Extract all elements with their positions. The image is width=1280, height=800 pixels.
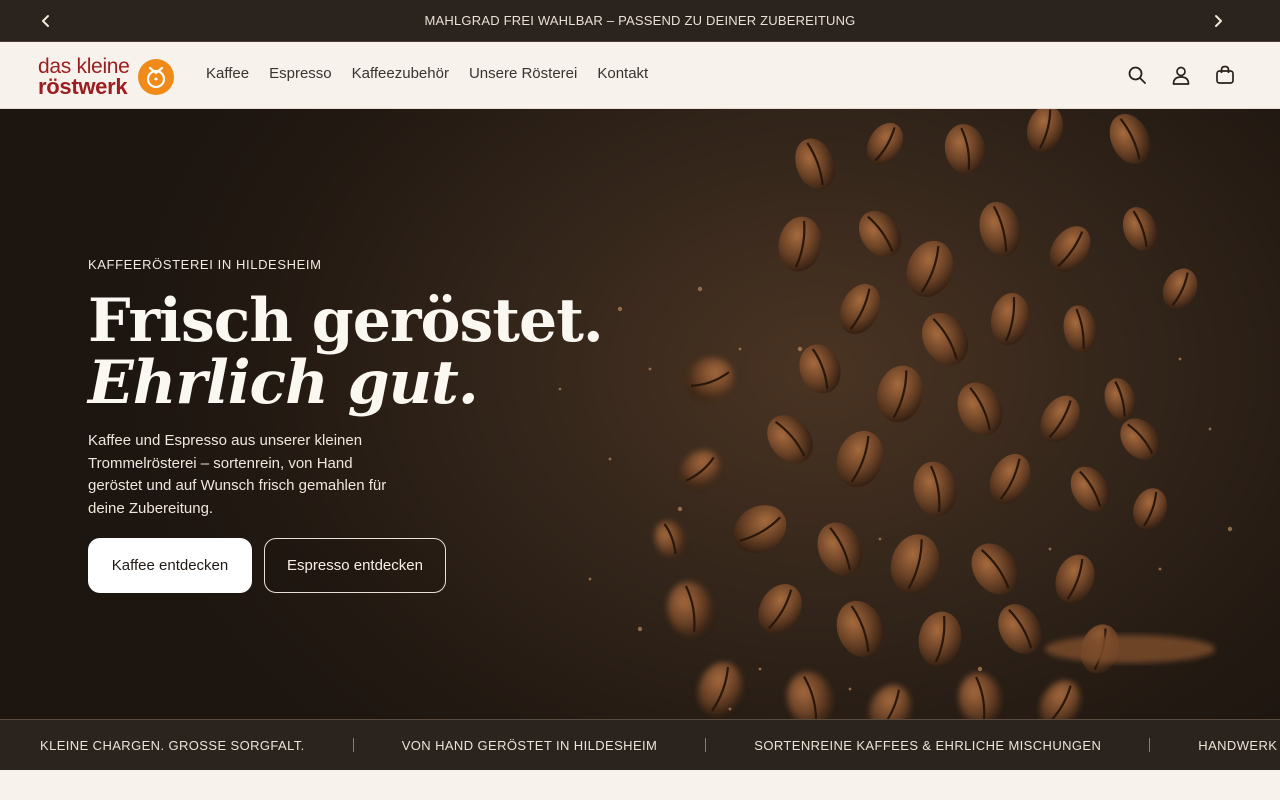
nav-item-kontakt[interactable]: Kontakt [597,65,648,82]
cart-icon[interactable] [1214,64,1236,86]
coffee-speck [697,286,703,292]
marquee-item: HANDWERK STATT INDUSTRIE [1198,737,1280,753]
coffee-bean [918,611,962,667]
coffee-speck [677,506,683,512]
coffee-bean [1133,488,1167,530]
coffee-speck [1048,547,1052,551]
coffee-bean [1049,226,1091,272]
coffee-bean [890,534,940,594]
coffee-bean [990,292,1030,346]
coffee-speck [1227,526,1233,532]
coffee-speck [758,667,762,671]
hero-content: KAFFEERÖSTEREI IN HILDESHEIM Frisch gerö… [88,257,648,593]
coffee-bean [906,240,954,298]
coffee-bean [686,357,734,401]
coffee-speck [637,626,643,632]
marquee-divider [705,738,707,752]
coffee-bean [758,584,802,634]
logo[interactable]: das kleine röstwerk [38,55,188,99]
coffee-bean [1162,268,1198,310]
coffee-bean [1122,207,1158,251]
kaffee-entdecken-button[interactable]: Kaffee entdecken [88,538,252,593]
nav-item-kaffeezubehoer[interactable]: Kaffeezubehör [352,65,449,82]
espresso-entdecken-button[interactable]: Espresso entdecken [264,538,446,593]
coffee-bean [1063,305,1097,353]
chevron-right-icon[interactable] [1208,11,1228,31]
coffee-bean [866,122,904,166]
coffee-bean [858,210,902,258]
coffee-speck [738,347,742,351]
hero-lead: Kaffee und Espresso aus unserer kleinen … [88,432,387,517]
coffee-bean [944,124,986,174]
coffee-bean [922,312,968,366]
coffee-speck [728,707,732,711]
coffee-bean [680,449,720,489]
coffee-bean [958,672,1002,719]
usp-marquee: KLEINE CHARGEN. GROSSE SORGFALT. VON HAN… [0,719,1280,770]
coffee-bean [654,520,686,558]
hero-section: KAFFEERÖSTEREI IN HILDESHEIM Frisch gerö… [0,109,1280,719]
search-icon[interactable] [1126,64,1148,86]
header-actions [1126,64,1236,86]
coffee-bean [817,522,863,576]
coffee-speck [1208,427,1212,431]
hero-kicker: KAFFEERÖSTEREI IN HILDESHEIM [88,257,322,272]
marquee-item: KLEINE CHARGEN. GROSSE SORGFALT. [40,737,305,753]
coffee-speck [1158,567,1162,571]
nav-item-unsere-roesterei[interactable]: Unsere Rösterei [469,65,577,82]
coffee-bean [1070,466,1110,512]
site-header: das kleine röstwerk Kaffee Espresso Kaff… [0,43,1280,109]
coffee-speck [848,687,852,691]
coffee-bean [667,581,713,637]
account-icon[interactable] [1170,64,1192,86]
coffee-bean [795,138,835,190]
coffee-bean [697,662,743,716]
coffee-bean [778,216,822,272]
coffee-bean [998,604,1042,654]
coffee-bean [839,283,881,335]
coffee-bean [787,671,833,719]
coffee-bean [1027,109,1063,153]
coffee-speck [648,367,652,371]
coffee-bean [957,382,1003,436]
coffee-bean [767,415,813,463]
coffee-speck [1178,357,1182,361]
coffee-bean [869,684,911,719]
coffee-bean [1045,635,1215,663]
nav-item-kaffee[interactable]: Kaffee [206,65,249,82]
chevron-left-icon[interactable] [36,11,56,31]
marquee-divider [1149,738,1151,752]
coffee-bean [733,505,787,553]
hero-title-line2: Ehrlich gut. [88,348,479,418]
coffee-bean [971,543,1019,595]
hero-title: Frisch geröstet. Ehrlich gut. [88,290,648,414]
coffee-bean [989,453,1031,505]
marquee-item: VON HAND GERÖSTET IN HILDESHEIM [401,737,658,753]
coffee-bean [836,600,884,658]
hero-ctas: Kaffee entdecken Espresso entdecken [88,538,648,593]
coffee-bean [979,201,1021,257]
coffee-bean [1039,680,1081,719]
coffee-bean [836,430,884,488]
coffee-speck [878,537,882,541]
marquee-item: SORTENREINE KAFFEES & EHRLICHE MISCHUNGE… [754,737,1102,753]
coffee-speck [797,346,803,352]
coffee-bean [913,461,957,517]
announcement-text: MAHLGRAD FREI WAHLBAR – PASSEND ZU DEINE… [424,13,856,28]
logo-line2: röstwerk [38,74,128,99]
logo-mark-icon [137,59,174,95]
coffee-bean [1040,395,1080,443]
nav-item-espresso[interactable]: Espresso [269,65,332,82]
coffee-bean [1109,113,1151,165]
page-background [0,770,1280,800]
coffee-speck [977,666,983,672]
coffee-bean [877,365,923,423]
main-nav: Kaffee Espresso Kaffeezubehör Unsere Rös… [206,65,648,82]
marquee-divider [352,738,354,752]
coffee-bean [1055,554,1095,604]
hero-title-line1: Frisch geröstet. [88,286,604,356]
announcement-bar: MAHLGRAD FREI WAHLBAR – PASSEND ZU DEINE… [0,0,1280,42]
coffee-bean [1104,378,1136,420]
